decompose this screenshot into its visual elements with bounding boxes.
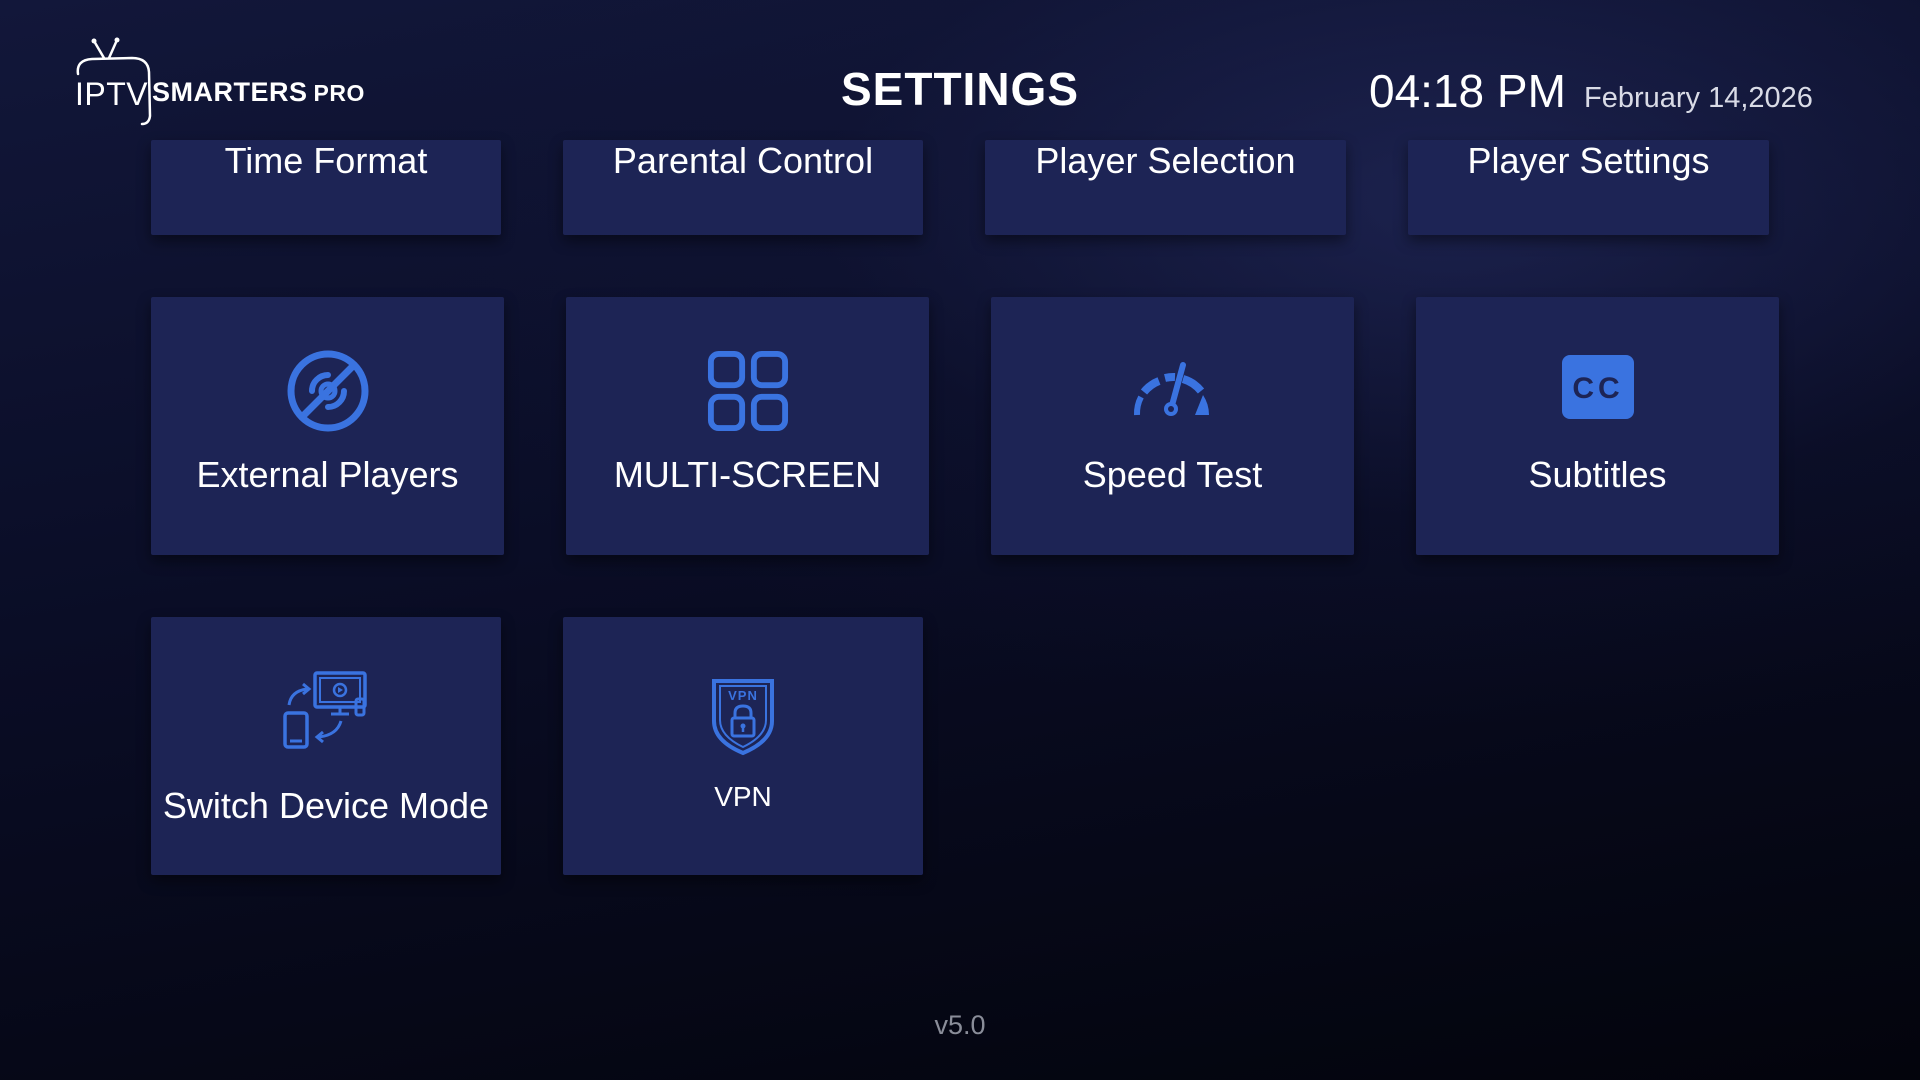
clock-time: 04:18 PM <box>1369 65 1566 117</box>
tile-vpn-label: VPN <box>714 781 772 812</box>
tile-external-players-label: External Players <box>196 454 459 495</box>
tile-speed-test[interactable]: Speed Test <box>991 297 1354 555</box>
tile-time-format[interactable]: Time Format <box>151 140 501 235</box>
tile-time-format-label: Time Format <box>224 140 428 181</box>
tile-player-settings-label: Player Settings <box>1467 140 1710 181</box>
tile-switch-device-mode[interactable]: Switch Device Mode <box>151 617 501 875</box>
vpn-icon-text: VPN <box>728 688 758 703</box>
tile-multi-screen-label: MULTI-SCREEN <box>613 454 882 495</box>
external-players-icon <box>287 350 368 432</box>
tile-switch-device-mode-label: Switch Device Mode <box>162 785 490 826</box>
tile-multi-screen[interactable]: MULTI-SCREEN <box>566 297 929 555</box>
switch-device-icon <box>283 671 367 749</box>
clock-date: February 14,2026 <box>1584 82 1813 114</box>
tile-vpn[interactable]: VPN VPN <box>563 617 923 875</box>
tile-player-settings[interactable]: Player Settings <box>1408 140 1769 235</box>
tile-player-selection[interactable]: Player Selection <box>985 140 1346 235</box>
vpn-shield-icon: VPN <box>712 679 774 756</box>
app-version: v5.0 <box>934 1010 986 1040</box>
tile-subtitles-label: Subtitles <box>1528 454 1667 495</box>
speedometer-icon <box>1133 362 1209 416</box>
tile-parental-control[interactable]: Parental Control <box>563 140 923 235</box>
tile-external-players[interactable]: External Players <box>151 297 504 555</box>
closed-captions-icon: CC <box>1561 355 1634 419</box>
multi-screen-grid-icon <box>707 350 788 432</box>
tile-subtitles[interactable]: CC Subtitles <box>1416 297 1779 555</box>
tile-speed-test-label: Speed Test <box>1082 454 1263 495</box>
tile-parental-control-label: Parental Control <box>612 140 874 181</box>
cc-icon-text: CC <box>1572 372 1623 405</box>
tile-player-selection-label: Player Selection <box>1035 140 1296 181</box>
